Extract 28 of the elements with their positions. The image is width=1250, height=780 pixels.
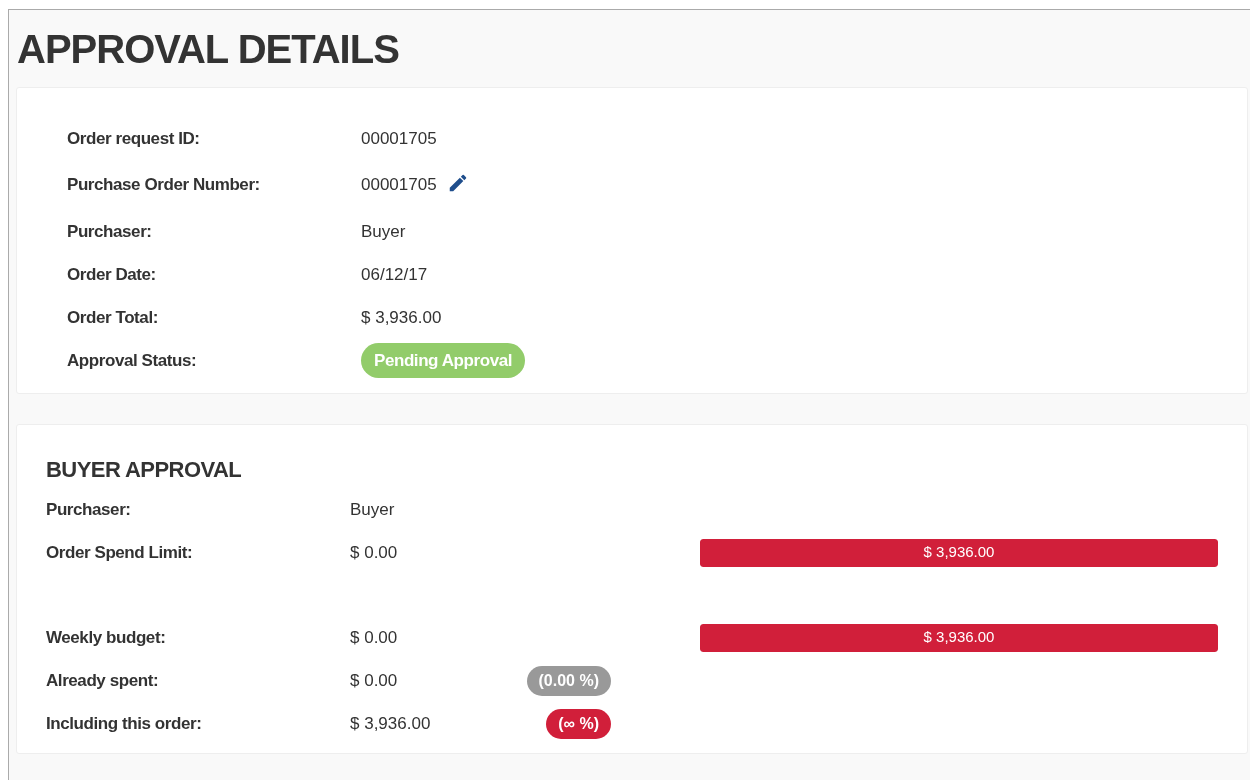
- field-label: Including this order:: [46, 712, 203, 735]
- field-label: Approval Status:: [67, 349, 198, 372]
- field-value: 00001705: [361, 127, 437, 150]
- field-label: Order Total:: [67, 306, 159, 329]
- field-value: $ 0.00: [350, 541, 399, 564]
- section-heading: BUYER APPROVAL: [46, 456, 242, 484]
- status-badge: Pending Approval: [361, 342, 526, 379]
- field-value: Buyer: [350, 498, 396, 521]
- progress-bar: $ 3,936.00: [700, 538, 1218, 567]
- field-label: Purchaser:: [67, 220, 153, 243]
- field-label: Order request ID:: [67, 127, 201, 150]
- page-title: APPROVAL DETAILS: [16, 26, 399, 73]
- field-value: Buyer: [361, 220, 406, 243]
- field-value: 00001705: [361, 174, 437, 197]
- field-value: 06/12/17: [361, 263, 428, 286]
- field-value: $ 0.00: [350, 669, 399, 692]
- field-label: Purchaser:: [46, 498, 132, 521]
- progress-bar: $ 3,936.00: [700, 623, 1218, 652]
- percent-badge: (∞ %): [546, 708, 611, 739]
- field-label: Already spent:: [46, 669, 160, 692]
- field-value: $ 3,936.00: [350, 712, 432, 735]
- field-label: Purchase Order Number:: [67, 174, 261, 197]
- field-label: Order Date:: [67, 263, 157, 286]
- field-value: $ 3,936.00: [361, 306, 442, 329]
- field-value: $ 0.00: [350, 626, 399, 649]
- field-label: Weekly budget:: [46, 626, 167, 649]
- field-label: Order Spend Limit:: [46, 541, 194, 564]
- percent-badge: (0.00 %): [526, 665, 611, 696]
